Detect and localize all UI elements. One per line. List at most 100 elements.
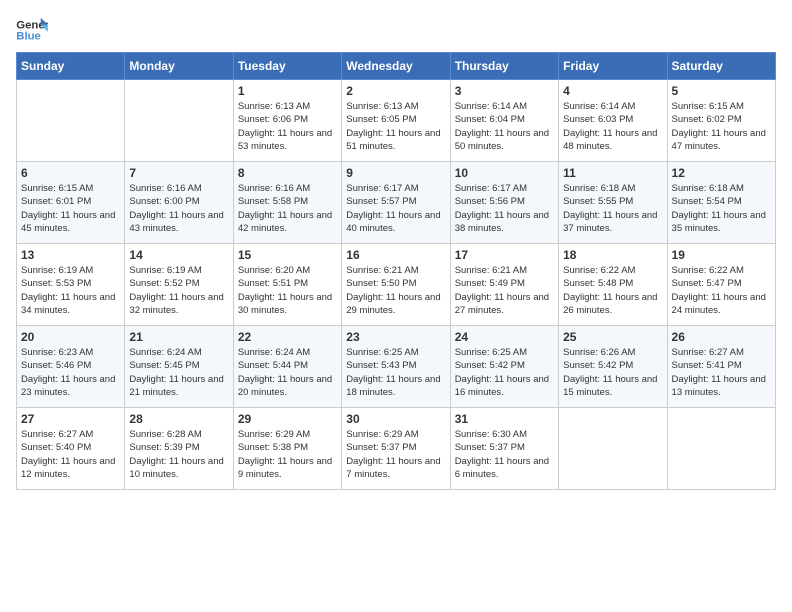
day-number: 23 xyxy=(346,330,445,344)
day-number: 8 xyxy=(238,166,337,180)
day-number: 29 xyxy=(238,412,337,426)
day-number: 17 xyxy=(455,248,554,262)
calendar-cell: 27 Sunrise: 6:27 AMSunset: 5:40 PMDayligh… xyxy=(17,408,125,490)
calendar-cell: 28 Sunrise: 6:28 AMSunset: 5:39 PMDayligh… xyxy=(125,408,233,490)
cell-info: Sunrise: 6:25 AMSunset: 5:43 PMDaylight:… xyxy=(346,346,445,399)
calendar-cell: 21Sunrise: 6:24 AMSunset: 5:45 PMDayligh… xyxy=(125,326,233,408)
calendar-cell xyxy=(667,408,775,490)
day-number: 1 xyxy=(238,84,337,98)
day-number: 22 xyxy=(238,330,337,344)
calendar-cell: 18 Sunrise: 6:22 AMSunset: 5:48 PMDayligh… xyxy=(559,244,667,326)
calendar-cell: 9Sunrise: 6:17 AMSunset: 5:57 PMDaylight… xyxy=(342,162,450,244)
cell-info: Sunrise: 6:19 AMSunset: 5:52 PMDaylight:… xyxy=(129,264,228,317)
calendar-table: SundayMondayTuesdayWednesdayThursdayFrid… xyxy=(16,52,776,490)
calendar-cell: 26 Sunrise: 6:27 AMSunset: 5:41 PMDayligh… xyxy=(667,326,775,408)
day-number: 19 xyxy=(672,248,771,262)
cell-info: Sunrise: 6:28 AMSunset: 5:39 PMDaylight:… xyxy=(129,428,228,481)
weekday-header-friday: Friday xyxy=(559,53,667,80)
day-number: 13 xyxy=(21,248,120,262)
cell-info: Sunrise: 6:26 AMSunset: 5:42 PMDaylight:… xyxy=(563,346,662,399)
day-number: 10 xyxy=(455,166,554,180)
cell-info: Sunrise: 6:13 AMSunset: 6:05 PMDaylight:… xyxy=(346,100,445,153)
day-number: 15 xyxy=(238,248,337,262)
cell-info: Sunrise: 6:29 AMSunset: 5:37 PMDaylight:… xyxy=(346,428,445,481)
calendar-cell: 30 Sunrise: 6:29 AMSunset: 5:37 PMDayligh… xyxy=(342,408,450,490)
calendar-week-row: 6 Sunrise: 6:15 AMSunset: 6:01 PMDaylight… xyxy=(17,162,776,244)
calendar-cell xyxy=(559,408,667,490)
calendar-cell: 19 Sunrise: 6:22 AMSunset: 5:47 PMDayligh… xyxy=(667,244,775,326)
calendar-cell: 8 Sunrise: 6:16 AMSunset: 5:58 PMDaylight… xyxy=(233,162,341,244)
cell-info: Sunrise: 6:17 AMSunset: 5:56 PMDaylight:… xyxy=(455,182,554,235)
cell-info: Sunrise: 6:16 AMSunset: 6:00 PMDaylight:… xyxy=(129,182,228,235)
day-number: 14 xyxy=(129,248,228,262)
day-number: 3 xyxy=(455,84,554,98)
cell-info: Sunrise: 6:24 AMSunset: 5:44 PMDaylight:… xyxy=(238,346,337,399)
calendar-cell: 20 Sunrise: 6:23 AMSunset: 5:46 PMDayligh… xyxy=(17,326,125,408)
calendar-cell: 13Sunrise: 6:19 AMSunset: 5:53 PMDayligh… xyxy=(17,244,125,326)
calendar-cell: 4 Sunrise: 6:14 AMSunset: 6:03 PMDaylight… xyxy=(559,80,667,162)
day-number: 6 xyxy=(21,166,120,180)
weekday-header-monday: Monday xyxy=(125,53,233,80)
logo-icon: General Blue xyxy=(16,16,48,44)
calendar-cell: 3 Sunrise: 6:14 AMSunset: 6:04 PMDaylight… xyxy=(450,80,558,162)
cell-info: Sunrise: 6:21 AMSunset: 5:50 PMDaylight:… xyxy=(346,264,445,317)
cell-info: Sunrise: 6:14 AMSunset: 6:04 PMDaylight:… xyxy=(455,100,554,153)
calendar-cell: 1 Sunrise: 6:13 AMSunset: 6:06 PMDaylight… xyxy=(233,80,341,162)
calendar-cell: 11Sunrise: 6:18 AMSunset: 5:55 PMDayligh… xyxy=(559,162,667,244)
day-number: 26 xyxy=(672,330,771,344)
day-number: 12 xyxy=(672,166,771,180)
cell-info: Sunrise: 6:22 AMSunset: 5:48 PMDaylight:… xyxy=(563,264,662,317)
cell-info: Sunrise: 6:21 AMSunset: 5:49 PMDaylight:… xyxy=(455,264,554,317)
day-number: 11 xyxy=(563,166,662,180)
cell-info: Sunrise: 6:27 AMSunset: 5:41 PMDaylight:… xyxy=(672,346,771,399)
calendar-cell: 16Sunrise: 6:21 AMSunset: 5:50 PMDayligh… xyxy=(342,244,450,326)
weekday-header-tuesday: Tuesday xyxy=(233,53,341,80)
cell-info: Sunrise: 6:29 AMSunset: 5:38 PMDaylight:… xyxy=(238,428,337,481)
calendar-week-row: 27 Sunrise: 6:27 AMSunset: 5:40 PMDayligh… xyxy=(17,408,776,490)
calendar-cell: 25 Sunrise: 6:26 AMSunset: 5:42 PMDayligh… xyxy=(559,326,667,408)
logo: General Blue xyxy=(16,16,48,44)
day-number: 5 xyxy=(672,84,771,98)
calendar-cell: 7 Sunrise: 6:16 AMSunset: 6:00 PMDaylight… xyxy=(125,162,233,244)
day-number: 27 xyxy=(21,412,120,426)
calendar-cell xyxy=(125,80,233,162)
day-number: 18 xyxy=(563,248,662,262)
day-number: 25 xyxy=(563,330,662,344)
day-number: 21 xyxy=(129,330,228,344)
calendar-cell: 6 Sunrise: 6:15 AMSunset: 6:01 PMDaylight… xyxy=(17,162,125,244)
weekday-header-wednesday: Wednesday xyxy=(342,53,450,80)
cell-info: Sunrise: 6:15 AMSunset: 6:01 PMDaylight:… xyxy=(21,182,120,235)
day-number: 2 xyxy=(346,84,445,98)
calendar-cell: 15 Sunrise: 6:20 AMSunset: 5:51 PMDayligh… xyxy=(233,244,341,326)
calendar-cell: 14 Sunrise: 6:19 AMSunset: 5:52 PMDayligh… xyxy=(125,244,233,326)
calendar-cell: 31 Sunrise: 6:30 AMSunset: 5:37 PMDayligh… xyxy=(450,408,558,490)
cell-info: Sunrise: 6:22 AMSunset: 5:47 PMDaylight:… xyxy=(672,264,771,317)
cell-info: Sunrise: 6:20 AMSunset: 5:51 PMDaylight:… xyxy=(238,264,337,317)
cell-info: Sunrise: 6:16 AMSunset: 5:58 PMDaylight:… xyxy=(238,182,337,235)
svg-text:Blue: Blue xyxy=(16,31,41,43)
day-number: 4 xyxy=(563,84,662,98)
calendar-cell: 29 Sunrise: 6:29 AMSunset: 5:38 PMDayligh… xyxy=(233,408,341,490)
cell-info: Sunrise: 6:25 AMSunset: 5:42 PMDaylight:… xyxy=(455,346,554,399)
day-number: 9 xyxy=(346,166,445,180)
calendar-week-row: 20 Sunrise: 6:23 AMSunset: 5:46 PMDayligh… xyxy=(17,326,776,408)
cell-info: Sunrise: 6:27 AMSunset: 5:40 PMDaylight:… xyxy=(21,428,120,481)
weekday-header-row: SundayMondayTuesdayWednesdayThursdayFrid… xyxy=(17,53,776,80)
weekday-header-thursday: Thursday xyxy=(450,53,558,80)
cell-info: Sunrise: 6:23 AMSunset: 5:46 PMDaylight:… xyxy=(21,346,120,399)
cell-info: Sunrise: 6:30 AMSunset: 5:37 PMDaylight:… xyxy=(455,428,554,481)
calendar-week-row: 1 Sunrise: 6:13 AMSunset: 6:06 PMDaylight… xyxy=(17,80,776,162)
cell-info: Sunrise: 6:18 AMSunset: 5:54 PMDaylight:… xyxy=(672,182,771,235)
calendar-cell: 5Sunrise: 6:15 AMSunset: 6:02 PMDaylight… xyxy=(667,80,775,162)
day-number: 7 xyxy=(129,166,228,180)
cell-info: Sunrise: 6:13 AMSunset: 6:06 PMDaylight:… xyxy=(238,100,337,153)
day-number: 28 xyxy=(129,412,228,426)
day-number: 20 xyxy=(21,330,120,344)
day-number: 31 xyxy=(455,412,554,426)
day-number: 30 xyxy=(346,412,445,426)
day-number: 24 xyxy=(455,330,554,344)
cell-info: Sunrise: 6:14 AMSunset: 6:03 PMDaylight:… xyxy=(563,100,662,153)
calendar-week-row: 13Sunrise: 6:19 AMSunset: 5:53 PMDayligh… xyxy=(17,244,776,326)
calendar-cell: 22 Sunrise: 6:24 AMSunset: 5:44 PMDayligh… xyxy=(233,326,341,408)
weekday-header-saturday: Saturday xyxy=(667,53,775,80)
